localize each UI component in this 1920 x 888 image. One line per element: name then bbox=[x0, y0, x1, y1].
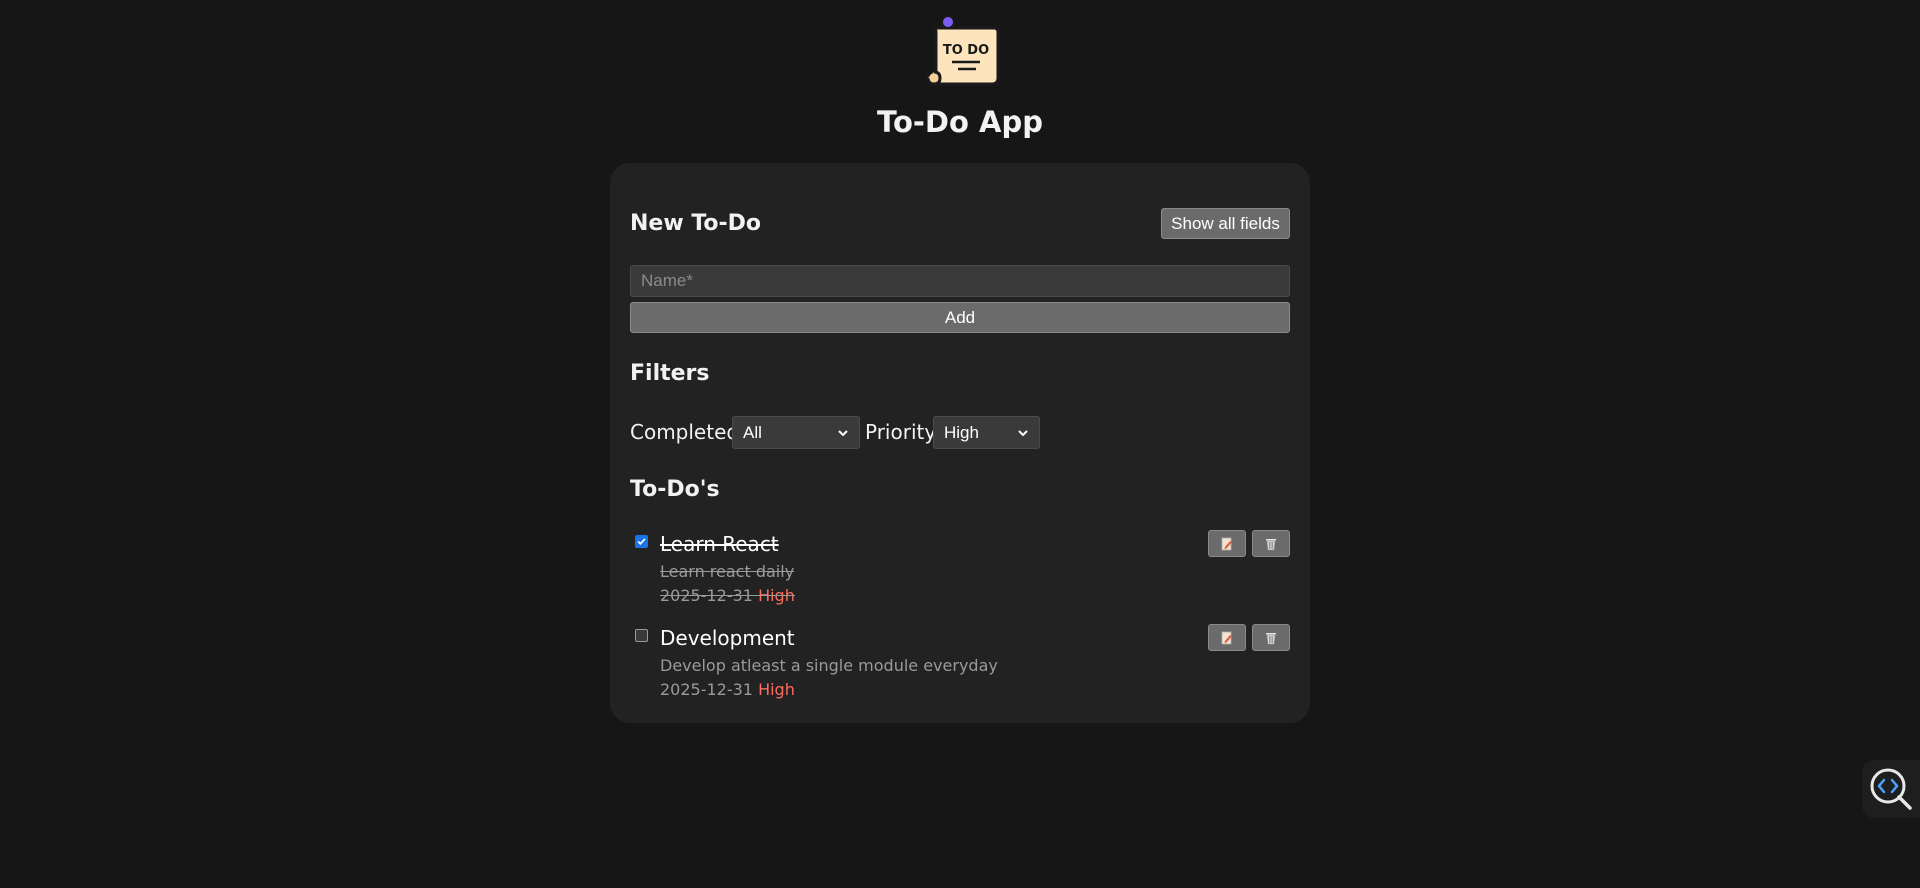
todo-logo-icon: TO DO bbox=[926, 15, 1000, 86]
trash-icon bbox=[1266, 632, 1276, 644]
completed-filter-value: All bbox=[743, 422, 762, 442]
todo-name: Learn React bbox=[660, 532, 779, 556]
todo-date: 2025-12-31 bbox=[660, 586, 753, 605]
todo-date: 2025-12-31 bbox=[660, 680, 753, 699]
name-input[interactable] bbox=[630, 265, 1290, 297]
todo-checkbox[interactable] bbox=[635, 629, 648, 642]
todo-checkbox[interactable] bbox=[635, 535, 648, 548]
priority-filter-select[interactable]: High bbox=[933, 416, 1040, 449]
completed-filter-select[interactable]: All bbox=[732, 416, 860, 449]
todo-item: Learn React Learn react daily 2025-12-31… bbox=[630, 530, 1290, 614]
show-all-fields-button[interactable]: Show all fields bbox=[1161, 208, 1290, 239]
todo-meta: 2025-12-31 High bbox=[660, 585, 795, 607]
delete-button[interactable] bbox=[1252, 530, 1290, 557]
todo-priority: High bbox=[758, 586, 795, 605]
new-todo-heading: New To-Do bbox=[630, 211, 762, 236]
code-inspect-button[interactable] bbox=[1862, 760, 1920, 818]
trash-icon bbox=[1266, 538, 1276, 550]
priority-filter-value: High bbox=[944, 422, 979, 442]
completed-filter-label: Completed bbox=[630, 420, 740, 444]
edit-icon bbox=[1221, 631, 1232, 644]
todo-meta: 2025-12-31 High bbox=[660, 679, 795, 701]
delete-button[interactable] bbox=[1252, 624, 1290, 651]
todo-card: New To-Do Show all fields Add Filters Co… bbox=[610, 163, 1310, 723]
checkmark-icon bbox=[637, 538, 646, 546]
logo-text: TO DO bbox=[943, 43, 989, 58]
todo-description: Learn react daily bbox=[660, 562, 795, 581]
todo-item: Development Develop atleast a single mod… bbox=[630, 624, 1290, 708]
edit-icon bbox=[1221, 537, 1232, 550]
priority-filter-label: Priority bbox=[865, 420, 937, 444]
edit-button[interactable] bbox=[1208, 530, 1246, 557]
chevron-down-icon bbox=[838, 429, 848, 436]
todos-heading: To-Do's bbox=[630, 477, 720, 502]
todo-description: Develop atleast a single module everyday bbox=[660, 656, 998, 675]
edit-button[interactable] bbox=[1208, 624, 1246, 651]
todo-name: Development bbox=[660, 626, 795, 650]
app-title: To-Do App bbox=[877, 105, 1043, 139]
code-inspect-icon bbox=[1870, 768, 1912, 810]
todo-priority: High bbox=[758, 680, 795, 699]
chevron-down-icon bbox=[1018, 429, 1028, 436]
add-button[interactable]: Add bbox=[630, 302, 1290, 333]
filters-heading: Filters bbox=[630, 361, 710, 386]
